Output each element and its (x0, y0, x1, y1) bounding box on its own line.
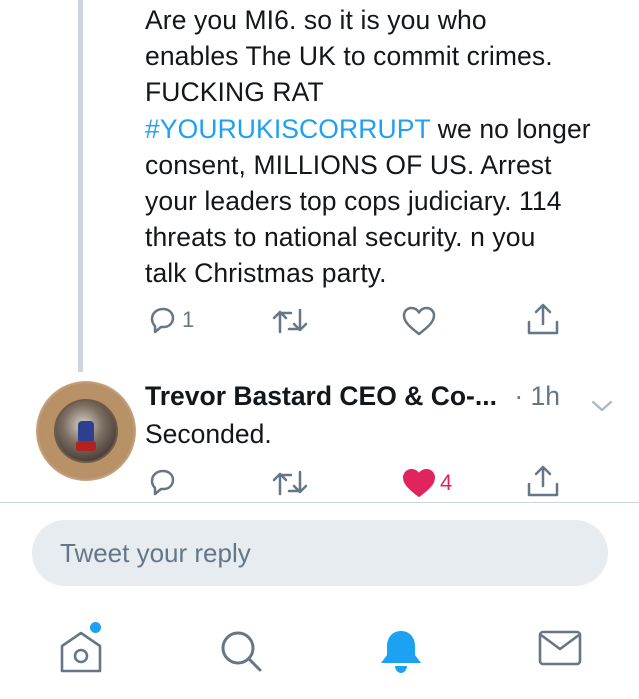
reply-icon (150, 469, 175, 496)
reply-button[interactable]: 1 (146, 304, 194, 336)
heart-icon (403, 469, 435, 497)
reply-text: Seconded. (145, 419, 272, 449)
like-button[interactable]: 4 (402, 468, 452, 498)
bell-icon (381, 631, 421, 673)
tweet-line: talk Christmas party. (145, 258, 387, 289)
tweet-text: Are you MI6. so it is you who enables Th… (145, 2, 625, 292)
tab-bar (0, 610, 639, 699)
heart-icon (402, 306, 436, 336)
tweet-line: we no longer (437, 113, 591, 144)
like-count: 4 (440, 470, 453, 495)
timestamp: · 1h (514, 381, 560, 411)
reply-composer[interactable] (32, 520, 608, 586)
share-button[interactable] (526, 464, 560, 498)
retweet-icon (272, 308, 308, 334)
tweet-line: consent, MILLIONS OF US. Arrest (145, 149, 552, 180)
share-icon (527, 465, 559, 497)
retweet-icon (272, 470, 308, 496)
like-button[interactable] (402, 306, 436, 336)
tab-notifications[interactable] (378, 628, 424, 681)
reply-input[interactable] (58, 536, 582, 570)
hashtag-link[interactable]: #YOURUKISCORRUPT (145, 114, 430, 144)
avatar-figure-detail (76, 441, 96, 451)
search-icon (221, 631, 262, 672)
tweet-line: FUCKING RAT (145, 77, 324, 108)
tab-home[interactable] (58, 622, 104, 681)
tweet-actions: 1 (0, 302, 639, 342)
chevron-down-icon[interactable] (591, 386, 613, 422)
avatar-figure (78, 421, 94, 443)
retweet-button[interactable] (272, 306, 308, 336)
tab-search[interactable] (218, 628, 264, 679)
retweet-button[interactable] (272, 468, 308, 498)
share-button[interactable] (526, 302, 560, 336)
tweet-line: your leaders top cops judiciary. 114 (145, 186, 562, 217)
mail-icon (538, 630, 582, 666)
reply-header: Trevor Bastard CEO & Co-... · 1h (145, 378, 625, 414)
reply-button[interactable] (146, 466, 178, 498)
tweet-line: threats to national security. n you (145, 222, 536, 253)
home-icon (60, 631, 102, 673)
reply-count: 1 (182, 307, 195, 332)
author-name[interactable]: Trevor Bastard CEO & Co-... (145, 381, 497, 411)
divider (0, 502, 639, 503)
notification-dot (90, 622, 101, 633)
reply-icon (150, 307, 175, 334)
tweet-line: Are you MI6. so it is you who (145, 5, 487, 35)
tweet-line-with-hashtag: #YOURUKISCORRUPT we no longer (145, 111, 625, 147)
reply-actions: 4 (0, 464, 639, 504)
tweet-line: enables The UK to commit crimes. (145, 41, 553, 72)
share-icon (527, 303, 559, 335)
tab-messages[interactable] (538, 628, 582, 673)
